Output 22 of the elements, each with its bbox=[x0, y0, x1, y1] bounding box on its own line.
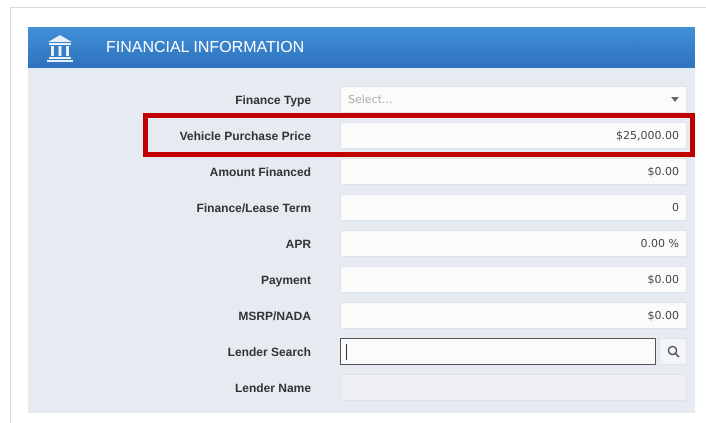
input-field[interactable]: 0.00 % bbox=[340, 230, 687, 257]
field-label: Finance/Lease Term bbox=[196, 200, 311, 214]
search-icon bbox=[666, 345, 680, 358]
field-label: Finance Type bbox=[234, 92, 311, 106]
text-cursor-icon bbox=[346, 344, 347, 360]
field-label: Payment bbox=[260, 272, 311, 286]
caret-icon bbox=[671, 97, 679, 102]
input-field[interactable]: 0 bbox=[340, 194, 687, 221]
search-button[interactable] bbox=[659, 338, 687, 365]
field-label: Lender Search bbox=[226, 344, 311, 358]
search-field[interactable] bbox=[340, 338, 656, 365]
input-field[interactable]: $0.00 bbox=[340, 266, 687, 293]
field-label: Vehicle Purchase Price bbox=[178, 128, 311, 142]
field-label: APR bbox=[284, 236, 311, 250]
input-field[interactable]: $0.00 bbox=[340, 158, 687, 185]
input-field[interactable]: $25,000.00 bbox=[340, 122, 687, 149]
field-label: Lender Name bbox=[234, 380, 311, 394]
field-label: MSRP/NADA bbox=[237, 308, 311, 322]
bank-icon bbox=[45, 32, 75, 62]
field-label: Amount Financed bbox=[208, 164, 311, 178]
panel-title: FINANCIAL INFORMATION bbox=[106, 38, 304, 56]
input-field[interactable]: $0.00 bbox=[340, 302, 687, 329]
